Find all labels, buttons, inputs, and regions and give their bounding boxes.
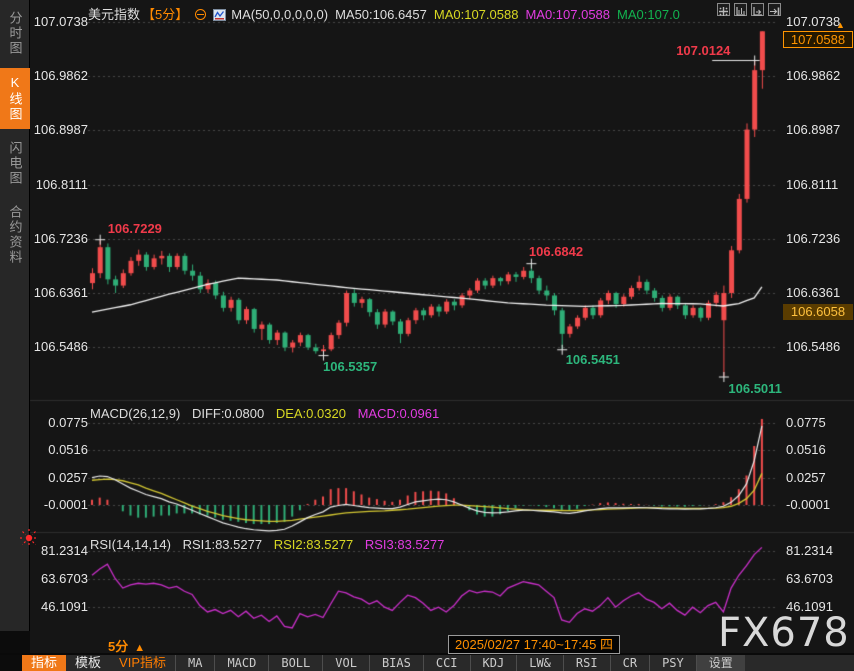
- axis-tick-label: 0.0257: [786, 470, 854, 485]
- axis-tick-label: 106.8987: [786, 122, 854, 137]
- axis-tick-label: 106.9862: [786, 68, 854, 83]
- macd-dea-value: DEA:0.0320: [276, 406, 346, 421]
- indicator-tab-VIP指标[interactable]: VIP指标: [110, 655, 175, 671]
- tabbar-lead-spacer: [0, 655, 22, 671]
- fx678-watermark: FX678: [718, 610, 850, 656]
- indicator-tab-设置[interactable]: 设置: [696, 655, 745, 671]
- axis-tick-label: 106.9862: [32, 68, 88, 83]
- macd-title: MACD(26,12,9): [90, 406, 180, 421]
- axis-tick-label: 106.8987: [32, 122, 88, 137]
- chart-app-window: 分时图 K线图闪电图合约资料 美元指数【5分】 MA(50,0,0,0,0,0) MA…: [0, 0, 854, 671]
- axis-tick-label: 106.5486: [32, 339, 88, 354]
- indicator-tab-BOLL[interactable]: BOLL: [268, 655, 322, 671]
- sidebar-item-1[interactable]: K线图: [0, 68, 30, 129]
- price-up-arrow-icon: ▲: [836, 20, 845, 30]
- indicator-tab-CCI[interactable]: CCI: [423, 655, 470, 671]
- sidebar-item-0[interactable]: 分时图: [0, 4, 30, 63]
- bar-date-tooltip: 2025/02/27 17:40~17:45 四: [448, 635, 620, 654]
- axis-tick-label: 106.7236: [786, 231, 854, 246]
- rsi3-value: RSI3:83.5277: [365, 537, 445, 552]
- pan-axis-icon[interactable]: [751, 3, 764, 16]
- axis-tick-label: 0.0775: [786, 415, 854, 430]
- indicator-tab-RSI[interactable]: RSI: [563, 655, 610, 671]
- indicator-tab-KDJ[interactable]: KDJ: [470, 655, 517, 671]
- rsi-title: RSI(14,14,14): [90, 537, 171, 552]
- axis-tick-label: 106.6361: [32, 285, 88, 300]
- ma-settings-label: MA(50,0,0,0,0,0): [231, 7, 328, 22]
- axis-tick-label: 0.0775: [32, 415, 88, 430]
- axis-tick-label: 81.2314: [32, 543, 88, 558]
- axis-tick-label: 63.6703: [786, 571, 854, 586]
- axis-tick-label: 106.8111: [786, 177, 854, 192]
- axis-tick-label: 106.5486: [786, 339, 854, 354]
- period-label: 5分: [108, 639, 128, 654]
- rsi1-value: RSI1:83.5277: [183, 537, 263, 552]
- indicator-tab-MACD[interactable]: MACD: [214, 655, 268, 671]
- symbol-name: 美元指数: [88, 7, 140, 22]
- sidebar-item-3[interactable]: 合约资料: [0, 198, 30, 272]
- indicator-tabbar: 指标模板VIP指标MAMACDBOLLVOLBIASCCIKDJLW&RSICR…: [0, 653, 854, 671]
- rsi-pane-header: RSI(14,14,14) RSI1:83.5277 RSI2:83.5277 …: [90, 537, 452, 552]
- axis-tick-label: 107.0738: [32, 14, 88, 29]
- indicator-tab-CR[interactable]: CR: [610, 655, 649, 671]
- indicator-tab-指标[interactable]: 指标: [22, 655, 66, 671]
- axis-tick-label: 63.6703: [32, 571, 88, 586]
- rsi2-value: RSI2:83.5277: [274, 537, 354, 552]
- ma50-value: MA50:106.6457: [335, 7, 427, 22]
- last-price-tag: 107.0588: [783, 31, 853, 48]
- sidebar-item-2[interactable]: 闪电图: [0, 134, 30, 193]
- zoom-axis-icon[interactable]: [734, 3, 747, 16]
- axis-tick-label: 106.7236: [32, 231, 88, 246]
- collapse-circle-icon[interactable]: [195, 9, 206, 20]
- axis-tick-label: 106.8111: [32, 177, 88, 192]
- axis-tick-label: 0.0516: [32, 442, 88, 457]
- macd-pane-header: MACD(26,12,9) DIFF:0.0800 DEA:0.0320 MAC…: [90, 406, 447, 421]
- price-annotation: 106.5451: [566, 352, 620, 367]
- indicator-tab-BIAS[interactable]: BIAS: [369, 655, 423, 671]
- ma0-value-green: MA0:107.0: [617, 7, 680, 22]
- chart-toolbar: [717, 3, 781, 16]
- price-annotation: 107.0124: [676, 43, 730, 58]
- axis-tick-label: -0.0001: [786, 497, 854, 512]
- ma0-value-yellow: MA0:107.0588: [434, 7, 519, 22]
- price-annotation: 106.7229: [108, 221, 162, 236]
- macd-value: MACD:0.0961: [358, 406, 440, 421]
- indicator-tab-PSY[interactable]: PSY: [649, 655, 696, 671]
- period-tag: 【5分】: [142, 7, 188, 22]
- axis-tick-label: -0.0001: [32, 497, 88, 512]
- indicator-tab-VOL[interactable]: VOL: [322, 655, 369, 671]
- axis-tick-label: 0.0257: [32, 470, 88, 485]
- mini-chart-icon: [213, 9, 226, 21]
- macd-diff-value: DIFF:0.0800: [192, 406, 264, 421]
- axis-tick-label: 0.0516: [786, 442, 854, 457]
- indicator-tab-模板[interactable]: 模板: [66, 655, 110, 671]
- chart-header: 美元指数【5分】 MA(50,0,0,0,0,0) MA50:106.6457 MA0…: [88, 4, 687, 20]
- price-annotation: 106.5357: [323, 359, 377, 374]
- chart-canvas[interactable]: [0, 0, 854, 671]
- indicator-tab-LW&[interactable]: LW&: [516, 655, 563, 671]
- price-annotation: 106.5011: [728, 381, 782, 396]
- goto-latest-icon[interactable]: [768, 3, 781, 16]
- move-tool-icon[interactable]: [717, 3, 730, 16]
- axis-tick-label: 46.1091: [32, 599, 88, 614]
- alarm-icon[interactable]: [19, 528, 39, 548]
- price-annotation: 106.6842: [529, 244, 583, 259]
- level-price-tag: 106.6058: [783, 304, 853, 320]
- indicator-tab-MA[interactable]: MA: [175, 655, 214, 671]
- axis-tick-label: 81.2314: [786, 543, 854, 558]
- ma0-value-magenta: MA0:107.0588: [525, 7, 610, 22]
- axis-tick-label: 106.6361: [786, 285, 854, 300]
